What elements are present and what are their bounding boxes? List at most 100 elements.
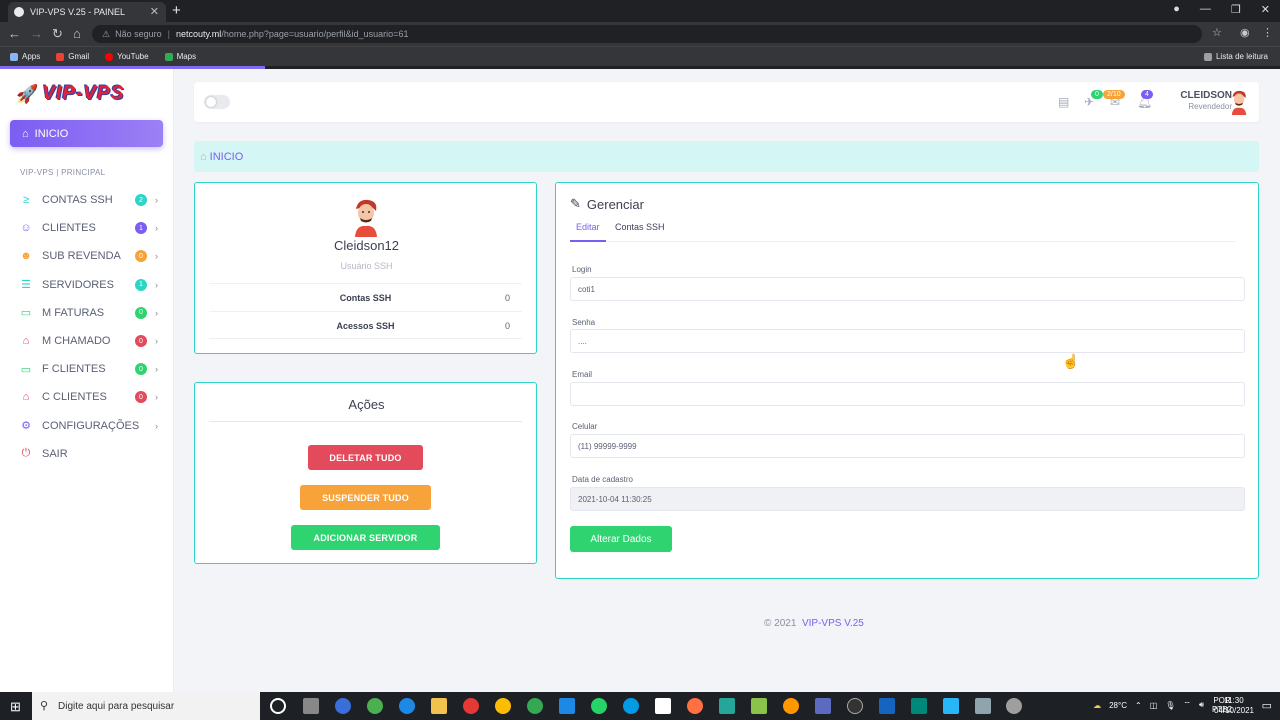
sidebar-item-label: CONFIGURAÇÕES <box>42 419 140 432</box>
avatar[interactable] <box>1229 89 1249 115</box>
sidebar-item-inicio[interactable]: ⌂ INICIO <box>10 120 163 147</box>
mail-app-icon[interactable] <box>559 698 575 714</box>
task-view-icon[interactable] <box>303 698 319 714</box>
extension-icon[interactable]: ◉ <box>1240 26 1250 39</box>
bookmark-youtube[interactable]: YouTube <box>105 52 149 61</box>
close-window-icon[interactable]: ✕ <box>1261 3 1270 16</box>
app-icon[interactable] <box>719 698 735 714</box>
wifi-icon[interactable]: ⌔ <box>1183 700 1191 710</box>
ticket-icon: ⌂ <box>22 391 30 404</box>
app-icon[interactable] <box>751 698 767 714</box>
breadcrumb-label[interactable]: INICIO <box>210 151 244 163</box>
opera-icon[interactable] <box>463 698 479 714</box>
browser-tab[interactable]: VIP-VPS V.25 - PAINEL ✕ <box>8 2 166 22</box>
app-icon[interactable] <box>879 698 895 714</box>
sidebar-item-f-clientes[interactable]: ▭ F CLIENTES 0 › <box>18 360 158 378</box>
app-icon[interactable] <box>815 698 831 714</box>
app-icon[interactable] <box>847 698 863 714</box>
maximize-icon[interactable]: ❐ <box>1231 3 1241 16</box>
notification-center-icon[interactable]: ▭ <box>1262 699 1272 712</box>
theme-toggle[interactable] <box>204 95 230 109</box>
update-data-button[interactable]: Alterar Dados <box>570 526 672 552</box>
temperature[interactable]: 28°C <box>1109 701 1127 710</box>
settings-gear-icon[interactable] <box>1006 698 1022 714</box>
window-controls: ● — ❐ ✕ <box>1173 3 1270 16</box>
volume-icon[interactable]: 🔊︎ <box>1199 700 1204 710</box>
email-field[interactable] <box>570 382 1245 406</box>
phone-field[interactable]: (11) 99999-9999 <box>570 434 1245 458</box>
home-icon: ⌂ <box>200 150 207 163</box>
sidebar-item-c-clientes[interactable]: ⌂ C CLIENTES 0 › <box>18 388 158 406</box>
network-icon[interactable]: ◫ <box>1150 701 1158 710</box>
chrome-icon[interactable] <box>495 698 511 714</box>
footer-brand-link[interactable]: VIP-VPS V.25 <box>802 618 864 629</box>
edge-icon[interactable] <box>399 698 415 714</box>
reload-icon[interactable]: ↻ <box>52 26 63 42</box>
delete-all-button[interactable]: DELETAR TUDO <box>308 445 423 470</box>
password-field[interactable]: .... <box>570 329 1245 353</box>
whatsapp-icon[interactable] <box>591 698 607 714</box>
sidebar-item-sub-revenda[interactable]: ☻ SUB REVENDA 0 › <box>18 247 158 265</box>
sidebar-item-m-faturas[interactable]: ▭ M FATURAS 0 › <box>18 304 158 322</box>
app-icon[interactable] <box>623 698 639 714</box>
close-tab-icon[interactable]: ✕ <box>150 5 159 18</box>
chat-icon[interactable]: ▤ <box>1058 95 1069 109</box>
reading-list[interactable]: Lista de leitura <box>1203 52 1268 61</box>
profile-dot-icon[interactable]: ● <box>1173 3 1180 16</box>
mic-icon[interactable]: 🎙︎ <box>1165 701 1175 710</box>
sidebar-item-label: C CLIENTES <box>42 391 107 404</box>
menu-dots-icon[interactable]: ⋮ <box>1262 26 1273 39</box>
app-icon[interactable] <box>687 698 703 714</box>
logo[interactable]: 🚀 VIP-VPS <box>16 83 124 105</box>
file-explorer-icon[interactable] <box>431 698 447 714</box>
sidebar-item-clientes[interactable]: ☺ CLIENTES 1 › <box>18 219 158 237</box>
chevron-right-icon: › <box>155 223 158 234</box>
actions-title: Ações <box>348 397 385 412</box>
minimize-icon[interactable]: — <box>1200 3 1211 16</box>
tab-edit[interactable]: Editar <box>570 222 606 242</box>
bookmark-maps[interactable]: Maps <box>164 52 196 61</box>
home-icon[interactable]: ⌂ <box>73 26 81 41</box>
suspend-all-button[interactable]: SUSPENDER TUDO <box>300 485 431 510</box>
tab-ssh-accounts[interactable]: Contas SSH <box>615 222 665 242</box>
app-icon[interactable] <box>367 698 383 714</box>
clock[interactable]: 11:30 04/10/2021 <box>1214 696 1254 716</box>
tray-chevron-icon[interactable]: ⌃ <box>1135 701 1142 710</box>
windows-start-icon[interactable]: ⊞ <box>10 699 21 715</box>
count-badge: 0 <box>135 335 147 347</box>
sidebar-item-configura-es[interactable]: ⚙ CONFIGURAÇÕES › <box>18 417 158 435</box>
bookmark-apps[interactable]: Apps <box>10 52 40 61</box>
bookmark-gmail[interactable]: Gmail <box>56 52 89 61</box>
app-icon[interactable] <box>911 698 927 714</box>
sidebar-item-label: SAIR <box>42 447 68 460</box>
limit-badge: 2/10 <box>1103 90 1125 99</box>
edit-icon: ✎ <box>570 196 581 211</box>
actions-card: Ações DELETAR TUDO SUSPENDER TUDO ADICIO… <box>194 382 537 564</box>
vlc-icon[interactable] <box>783 698 799 714</box>
email-label: Email <box>572 370 593 379</box>
star-icon[interactable]: ☆ <box>1212 26 1222 39</box>
apps-grid-icon <box>10 52 18 61</box>
sidebar-item-contas-ssh[interactable]: ≥ CONTAS SSH 2 › <box>18 191 158 209</box>
hand-cursor-icon: ☝ <box>1062 353 1080 369</box>
new-tab-button[interactable]: + <box>172 2 181 19</box>
sidebar-item-label: SUB REVENDA <box>42 250 121 263</box>
taskbar-search-input[interactable]: ⚲ Digite aqui para pesquisar <box>32 692 260 720</box>
app-icon[interactable] <box>975 698 991 714</box>
url-input[interactable]: ⚠ Não seguro | netcouty.ml /home.php?pag… <box>92 25 1202 43</box>
forward-icon[interactable]: → <box>30 26 43 41</box>
sidebar-item-m-chamado[interactable]: ⌂ M CHAMADO 0 › <box>18 332 158 350</box>
back-icon[interactable]: ← <box>8 26 21 41</box>
user-name[interactable]: CLEIDSON <box>1180 90 1232 101</box>
sidebar-item-servidores[interactable]: ☰ SERVIDORES 1 › <box>18 276 158 294</box>
store-icon[interactable] <box>655 698 671 714</box>
app-icon[interactable] <box>943 698 959 714</box>
login-field[interactable]: coti1 <box>570 277 1245 301</box>
gear-icon: ⚙ <box>21 420 31 433</box>
app-icon[interactable] <box>335 698 351 714</box>
weather-icon[interactable]: ☁ <box>1093 701 1101 710</box>
cortana-icon[interactable] <box>270 698 286 714</box>
chrome-icon[interactable] <box>527 698 543 714</box>
sidebar-item-sair[interactable]: ⏻ SAIR <box>18 445 158 463</box>
add-server-button[interactable]: ADICIONAR SERVIDOR <box>291 525 440 550</box>
